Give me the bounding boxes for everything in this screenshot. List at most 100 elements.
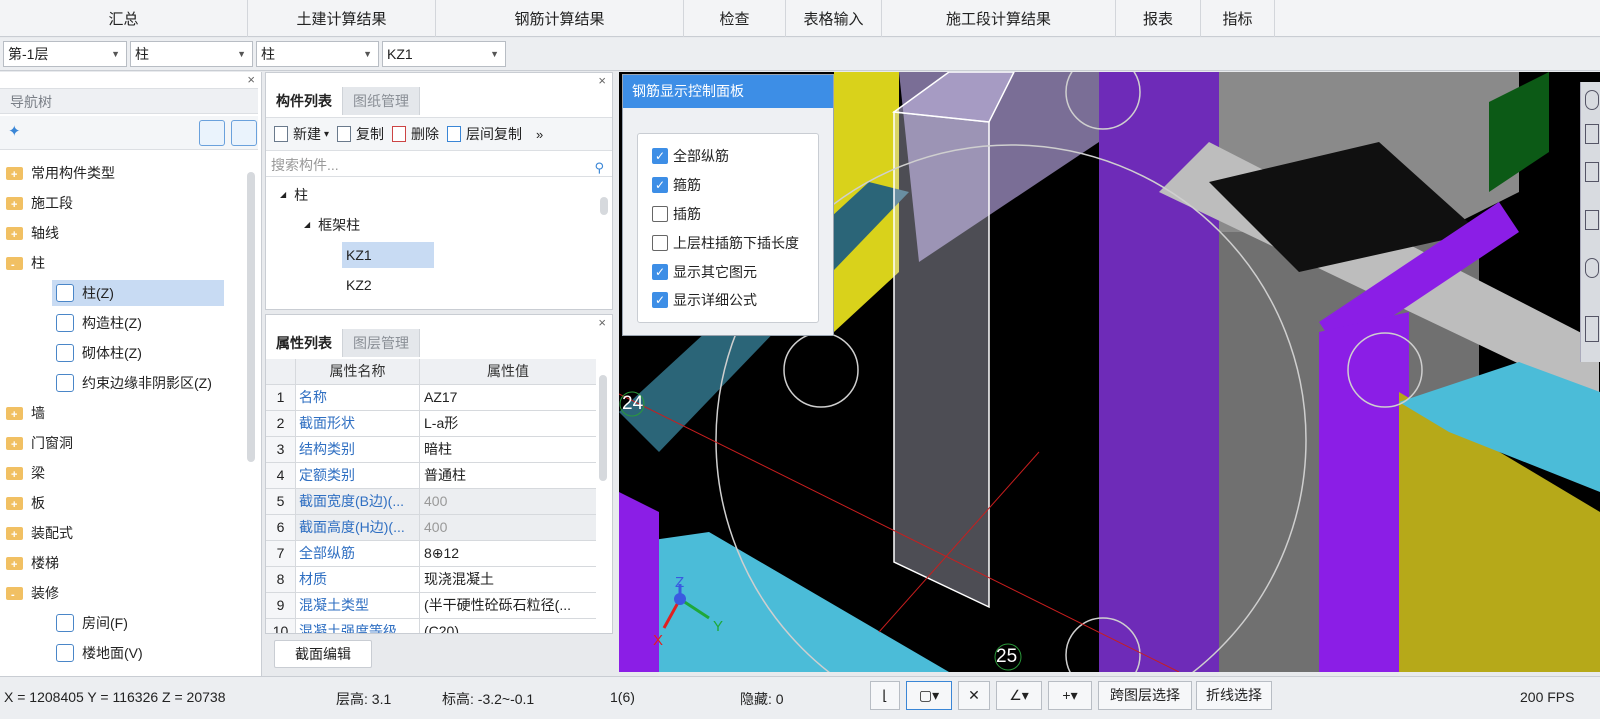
component-tree-item[interactable]: KZ1 [342,242,434,268]
property-row[interactable]: 4 定额类别 普通柱 [266,463,596,489]
checkbox-checked-icon[interactable]: ✓ [652,177,668,193]
tab-drawing-management[interactable]: 图纸管理 [343,87,420,115]
component-scrollbar[interactable] [600,197,608,215]
nav-item[interactable]: 柱(Z) [52,280,224,306]
tab-check[interactable]: 检查 [684,0,786,37]
checkbox-checked-icon[interactable]: ✓ [652,264,668,280]
tab-section-results[interactable]: 施工段计算结果 [882,0,1116,37]
rebar-option[interactable]: ✓ 显示其它图元 [652,260,757,284]
tab-summary[interactable]: 汇总 [0,0,248,37]
property-row[interactable]: 8 材质 现浇混凝土 [266,567,596,593]
angle-snap-button[interactable]: ∠▾ [996,681,1042,710]
property-value[interactable]: 现浇混凝土 [420,567,596,592]
nav-item[interactable]: 楼地面(V) [52,640,224,666]
copy-button[interactable]: 复制 [337,124,384,144]
checkbox-checked-icon[interactable]: ✓ [652,148,668,164]
nav-scrollbar[interactable] [247,172,255,462]
property-value[interactable]: (C20) [420,619,596,633]
tab-rebar-results[interactable]: 钢筋计算结果 [436,0,684,37]
cube-icon[interactable] [1585,162,1599,182]
property-row[interactable]: 2 截面形状 L-a形 [266,411,596,437]
nav-item[interactable]: 房间(F) [52,610,224,636]
rebar-option[interactable]: ✓ 显示详细公式 [652,288,757,312]
close-icon[interactable]: × [247,72,255,87]
new-button[interactable]: 新建 ▾ [274,124,329,144]
select-box-button[interactable]: ▢▾ [906,681,952,710]
floor-select[interactable]: 第-1层 ▼ [3,41,127,67]
nav-item[interactable]: 装修 [6,580,246,608]
view-box-icon[interactable] [1585,124,1599,144]
search-icon[interactable]: ⚲ [594,156,604,180]
selected-column[interactable] [893,111,990,609]
property-value[interactable]: 400 [420,489,596,514]
expand-triangle-icon[interactable]: ◢ [280,182,286,208]
checkbox-checked-icon[interactable]: ✓ [652,292,668,308]
card-view-icon[interactable] [231,120,257,146]
nav-item[interactable]: 梁 [6,460,246,488]
component-tree-item[interactable]: KZ2 [342,272,434,298]
nav-item[interactable]: 施工段 [6,190,246,218]
property-row[interactable]: 9 混凝土类型 (半干硬性砼砾石粒径(... [266,593,596,619]
component-search-input[interactable]: 搜索构件... ⚲ [266,153,612,177]
nav-item[interactable]: 墙 [6,400,246,428]
close-icon[interactable]: × [598,315,606,330]
tab-component-list[interactable]: 构件列表 [266,87,343,115]
checkbox-unchecked-icon[interactable] [652,206,668,222]
nav-item[interactable]: 轴线 [6,220,246,248]
tab-reports[interactable]: 报表 [1116,0,1201,37]
tab-layer-management[interactable]: 图层管理 [343,329,420,357]
property-row[interactable]: 3 结构类别 暗柱 [266,437,596,463]
component-select[interactable]: KZ1 ▼ [382,41,506,67]
property-row[interactable]: 10 混凝土强度等级 (C20) [266,619,596,633]
delete-button[interactable]: 删除 [392,124,439,144]
component-tree-item[interactable]: ◢ 框架柱 [304,212,424,238]
tab-indicators[interactable]: 指标 [1201,0,1275,37]
section-edit-button[interactable]: 截面编辑 [274,640,372,668]
tab-table-input[interactable]: 表格输入 [786,0,882,37]
more-icon[interactable]: » [536,127,543,142]
property-row[interactable]: 7 全部纵筋 8⊕12 [266,541,596,567]
nav-item[interactable]: 砌体柱(Z) [52,340,224,366]
polyline-select-button[interactable]: 折线选择 [1196,681,1272,710]
property-value[interactable]: 暗柱 [420,437,596,462]
cross-button[interactable]: ✕ [958,681,990,710]
list-view-icon[interactable] [199,120,225,146]
property-row[interactable]: 6 截面高度(H边)(... 400 [266,515,596,541]
box-icon[interactable] [1585,210,1599,230]
property-value[interactable]: 8⊕12 [420,541,596,566]
floor-copy-button[interactable]: 层间复制 [447,124,522,144]
property-scrollbar[interactable] [599,375,607,481]
component-tree-item[interactable]: ◢ 柱 [280,182,400,208]
nav-item[interactable]: 约束边缘非阴影区(Z) [52,370,224,396]
nav-item[interactable]: 门窗洞 [6,430,246,458]
rebar-option[interactable]: 上层柱插筋下插长度 [652,231,799,255]
orthogonal-snap-button[interactable]: ⌊ [870,681,900,710]
nav-item[interactable]: 板 [6,490,246,518]
tab-property-list[interactable]: 属性列表 [266,329,343,357]
property-value[interactable]: 400 [420,515,596,540]
property-value[interactable]: (半干硬性砼砾石粒径(... [420,593,596,618]
zoom-icon[interactable] [1585,90,1599,110]
settings-icon[interactable] [1585,316,1599,342]
close-icon[interactable]: × [598,73,606,88]
offset-button[interactable]: +▾ [1048,681,1092,710]
orbit-icon[interactable] [1585,258,1599,278]
cross-layer-select-button[interactable]: 跨图层选择 [1098,681,1192,710]
rebar-option[interactable]: 插筋 [652,202,701,226]
checkbox-unchecked-icon[interactable] [652,235,668,251]
type-select[interactable]: 柱 ▼ [256,41,379,67]
property-row[interactable]: 5 截面宽度(B边)(... 400 [266,489,596,515]
property-value[interactable]: 普通柱 [420,463,596,488]
category-select[interactable]: 柱 ▼ [130,41,253,67]
rebar-option[interactable]: ✓ 全部纵筋 [652,144,729,168]
nav-item[interactable]: 装配式 [6,520,246,548]
rebar-option[interactable]: ✓ 箍筋 [652,173,701,197]
sparkle-icon[interactable]: ✦ [8,122,21,140]
nav-item[interactable]: 构造柱(Z) [52,310,224,336]
nav-item[interactable]: 柱 [6,250,246,278]
nav-item[interactable]: 楼梯 [6,550,246,578]
property-value[interactable]: AZ17 [420,385,596,410]
property-value[interactable]: L-a形 [420,411,596,436]
property-row[interactable]: 1 名称 AZ17 [266,385,596,411]
tab-civil-results[interactable]: 土建计算结果 [248,0,436,37]
